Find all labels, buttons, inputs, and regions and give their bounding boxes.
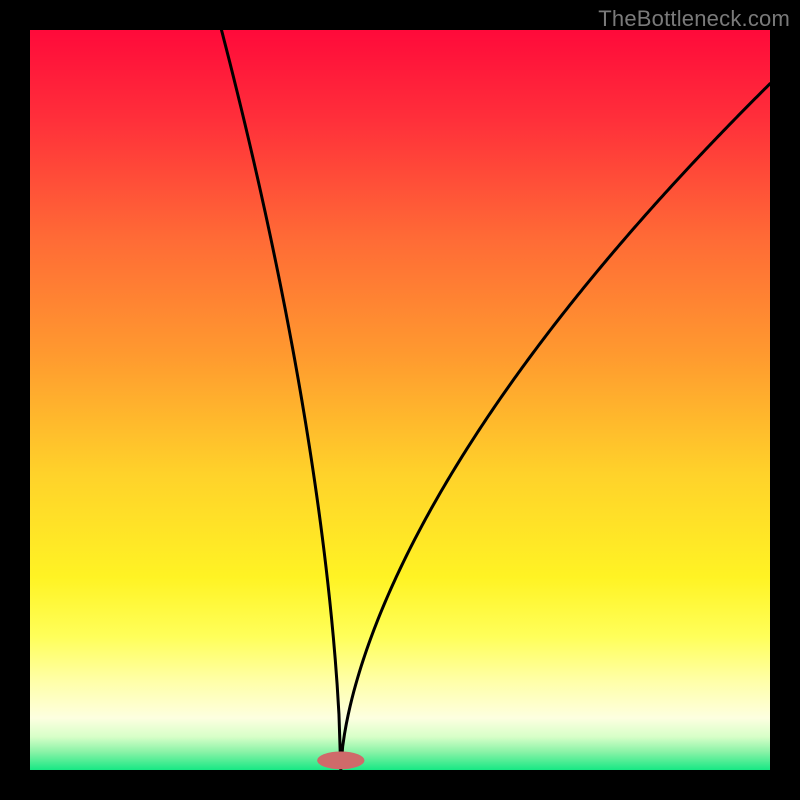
minimum-marker bbox=[317, 752, 364, 770]
gradient-background bbox=[30, 30, 770, 770]
watermark-text: TheBottleneck.com bbox=[598, 6, 790, 32]
chart-frame: TheBottleneck.com bbox=[0, 0, 800, 800]
plot-svg bbox=[30, 30, 770, 770]
plot-area bbox=[30, 30, 770, 770]
